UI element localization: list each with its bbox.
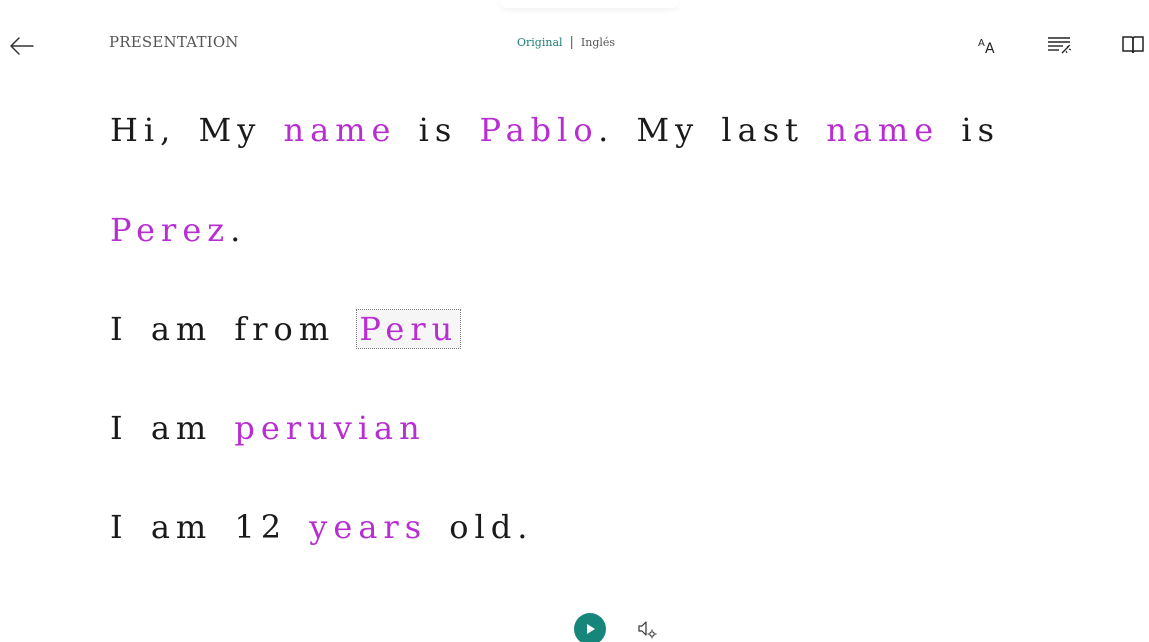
text-segment: is (396, 111, 480, 149)
text-segment: . My last (598, 111, 827, 149)
focused-word[interactable]: Peru (356, 309, 462, 349)
language-separator: | (569, 35, 574, 50)
reading-preferences-button[interactable] (1118, 30, 1148, 60)
play-button[interactable] (574, 613, 606, 642)
text-segment: I am 12 (110, 508, 310, 546)
text-segment: Hi, My (110, 111, 284, 149)
text-line-2: Perez. (110, 200, 246, 260)
immersive-reader-page: PRESENTATION Original | Inglés A A Hi, M… (0, 0, 1149, 642)
text-segment: old. (427, 508, 534, 546)
text-preferences-button[interactable]: A A (974, 30, 1004, 60)
top-handle (500, 0, 678, 8)
svg-text:A: A (978, 38, 985, 49)
document-title: PRESENTATION (109, 33, 239, 51)
grammar-options-button[interactable] (1044, 30, 1074, 60)
text-segment: I am (110, 409, 235, 447)
arrow-left-icon (10, 37, 34, 55)
back-button[interactable] (6, 30, 38, 62)
svg-text:A: A (985, 41, 995, 56)
text-segment: is (939, 111, 1000, 149)
highlighted-noun[interactable]: peruvian (234, 409, 425, 447)
text-segment: I am from (110, 310, 358, 348)
translation-language-button[interactable]: Inglés (581, 36, 615, 49)
text-line-5: I am 12 years old. (110, 497, 533, 557)
play-icon (587, 624, 595, 634)
grammar-options-icon (1048, 37, 1072, 54)
text-line-1: Hi, My name is Pablo. My last name is (110, 100, 1000, 160)
voice-settings-icon (638, 621, 657, 639)
highlighted-noun[interactable]: Perez (110, 211, 230, 249)
highlighted-noun[interactable]: name (284, 111, 397, 149)
text-line-3: I am from Peru (110, 299, 462, 359)
highlighted-noun[interactable]: name (826, 111, 939, 149)
voice-settings-button[interactable] (636, 619, 660, 641)
language-toggle: Original | Inglés (517, 35, 615, 50)
reading-preferences-icon (1122, 36, 1144, 54)
text-preferences-icon: A A (978, 38, 995, 56)
original-language-button[interactable]: Original (517, 36, 563, 49)
text-segment: . (230, 211, 247, 249)
highlighted-noun[interactable]: Pablo (479, 111, 598, 149)
text-line-4: I am peruvian (110, 398, 426, 458)
highlighted-noun[interactable]: years (309, 508, 427, 546)
